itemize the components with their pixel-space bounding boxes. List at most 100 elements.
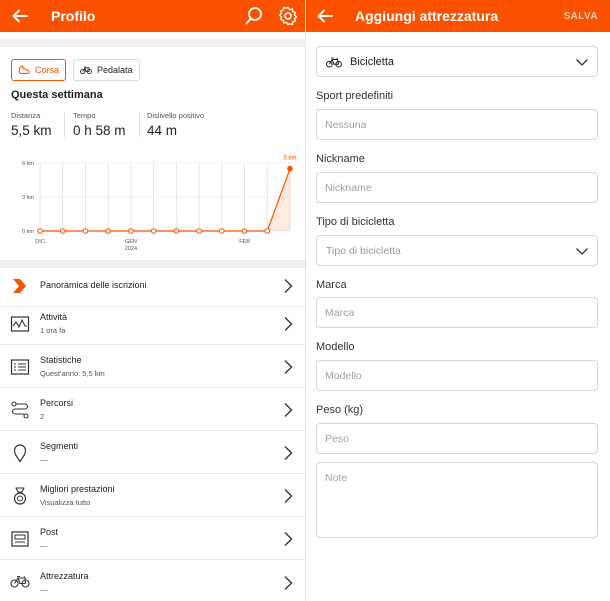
stat-time-value: 0 h 58 m — [73, 123, 126, 138]
weight-field[interactable] — [316, 423, 598, 454]
model-input[interactable] — [317, 361, 597, 391]
save-button[interactable]: SALVA — [564, 11, 598, 22]
stat-distance-label: Distanza — [11, 111, 41, 120]
model-label: Modello — [316, 341, 355, 353]
add-gear-top-bar: Aggiungi attrezzatura SALVA — [306, 0, 610, 32]
tab-corsa[interactable]: Corsa — [11, 59, 67, 81]
stat-elevation-label: Dislivello positivo — [147, 111, 205, 120]
menu-item-activities[interactable]: Attività 1 ora fa — [0, 302, 305, 345]
data-point — [82, 228, 89, 234]
bicycle-icon — [80, 66, 92, 75]
page-title: Aggiungi attrezzatura — [355, 8, 499, 24]
data-point — [219, 228, 225, 234]
profile-screen: Profilo Corsa Pedalata Questa settimana … — [0, 0, 305, 601]
menu-item-label: Statistiche — [40, 355, 82, 365]
weight-input[interactable] — [317, 424, 597, 454]
series-line — [40, 168, 291, 232]
week-summary-title: Questa settimana — [11, 89, 103, 101]
bicycle-icon — [10, 575, 30, 588]
chevron-right-icon — [284, 279, 293, 293]
back-arrow-icon[interactable] — [316, 7, 334, 25]
chevron-right-icon — [284, 317, 293, 331]
x-tick-label: GEN — [125, 239, 137, 245]
nickname-field[interactable] — [316, 172, 598, 203]
bike-type-select[interactable]: Tipo di bicicletta — [316, 235, 598, 266]
data-point — [128, 228, 134, 234]
notes-field[interactable] — [316, 462, 598, 538]
x-tick-label: FEB — [239, 239, 250, 245]
chart-annotation: 5 km — [283, 156, 296, 162]
nickname-input[interactable] — [317, 173, 597, 203]
menu-item-sub: 2 — [40, 412, 45, 421]
chevron-right-icon — [284, 403, 293, 417]
nickname-label: Nickname — [316, 153, 365, 165]
data-point — [37, 228, 43, 234]
back-arrow-icon[interactable] — [11, 7, 29, 25]
brand-input[interactable] — [317, 298, 597, 328]
search-icon[interactable] — [244, 6, 264, 26]
y-tick-label: 6 km — [22, 161, 34, 167]
stat-distance: Distanza 5,5 km — [11, 111, 52, 138]
model-field[interactable] — [316, 360, 598, 391]
route-icon — [11, 401, 29, 419]
menu-item-sub: — — [40, 541, 48, 550]
x-year-label: 2024 — [125, 246, 137, 252]
weekly-distance-chart: 0 km 3 km 6 km 5 km DIC GEN FEB 2024 — [22, 156, 296, 252]
menu-item-routes[interactable]: Percorsi 2 — [0, 388, 305, 431]
activity-chart-icon — [10, 316, 30, 332]
chevron-down-icon — [576, 248, 588, 255]
default-sports-input[interactable] — [317, 110, 597, 140]
menu-item-sub: Quest'anno: 5,5 km — [40, 369, 105, 378]
series-area — [40, 168, 290, 231]
menu-item-subscriptions[interactable]: Panoramica delle iscrizioni — [0, 264, 305, 307]
stat-elevation: Dislivello positivo 44 m — [147, 111, 204, 138]
brand-field[interactable] — [316, 297, 598, 328]
chevron-right-icon — [284, 360, 293, 374]
stat-divider — [64, 113, 65, 137]
gear-type-value: Bicicletta — [350, 56, 395, 68]
chevron-down-icon — [576, 59, 588, 66]
profile-top-bar: Profilo — [0, 0, 305, 32]
menu-item-label: Attrezzatura — [40, 571, 89, 581]
chevron-right-icon — [284, 576, 293, 590]
notes-textarea[interactable] — [317, 463, 597, 537]
statistics-list-icon — [10, 359, 30, 375]
subscription-chevron-icon — [13, 279, 26, 293]
menu-item-statistics[interactable]: Statistiche Quest'anno: 5,5 km — [0, 345, 305, 388]
default-sports-field[interactable] — [316, 109, 598, 140]
menu-item-label: Panoramica delle iscrizioni — [40, 280, 147, 290]
data-point — [196, 228, 202, 234]
brand-label: Marca — [316, 279, 347, 291]
stat-divider — [139, 113, 140, 137]
menu-item-label: Segmenti — [40, 441, 79, 451]
menu-item-gear[interactable]: Attrezzatura — — [0, 561, 305, 601]
data-point — [59, 228, 66, 234]
menu-item-sub: — — [40, 585, 48, 594]
tab-pedalata[interactable]: Pedalata — [73, 59, 140, 81]
menu-item-best-efforts[interactable]: Migliori prestazioni Visualizza tutto — [0, 474, 305, 517]
chevron-right-icon — [284, 489, 293, 503]
menu-item-segments[interactable]: Segmenti — — [0, 431, 305, 474]
tab-corsa-label: Corsa — [35, 65, 60, 75]
menu-item-posts[interactable]: Post — — [0, 517, 305, 560]
default-sports-label: Sport predefiniti — [316, 90, 394, 102]
menu-item-sub: — — [40, 455, 48, 464]
stat-time-label: Tempo — [73, 111, 96, 120]
medal-icon — [13, 487, 27, 505]
chevron-right-icon — [284, 446, 293, 460]
post-icon — [11, 531, 29, 547]
running-shoe-icon — [18, 65, 30, 74]
section-separator — [0, 39, 305, 47]
stat-elevation-value: 44 m — [147, 123, 178, 138]
data-point — [287, 165, 293, 172]
settings-gear-icon[interactable] — [278, 6, 298, 26]
chevron-right-icon — [284, 532, 293, 546]
add-gear-screen: Aggiungi attrezzatura SALVA Bicicletta S… — [306, 0, 610, 601]
bicycle-icon — [326, 57, 342, 68]
bike-type-label: Tipo di bicicletta — [316, 216, 395, 228]
y-tick-label: 0 km — [22, 229, 34, 235]
stat-time: Tempo 0 h 58 m — [73, 111, 126, 138]
data-point — [264, 228, 271, 234]
gear-type-select[interactable]: Bicicletta — [316, 46, 598, 77]
menu-item-sub: Visualizza tutto — [40, 498, 91, 507]
